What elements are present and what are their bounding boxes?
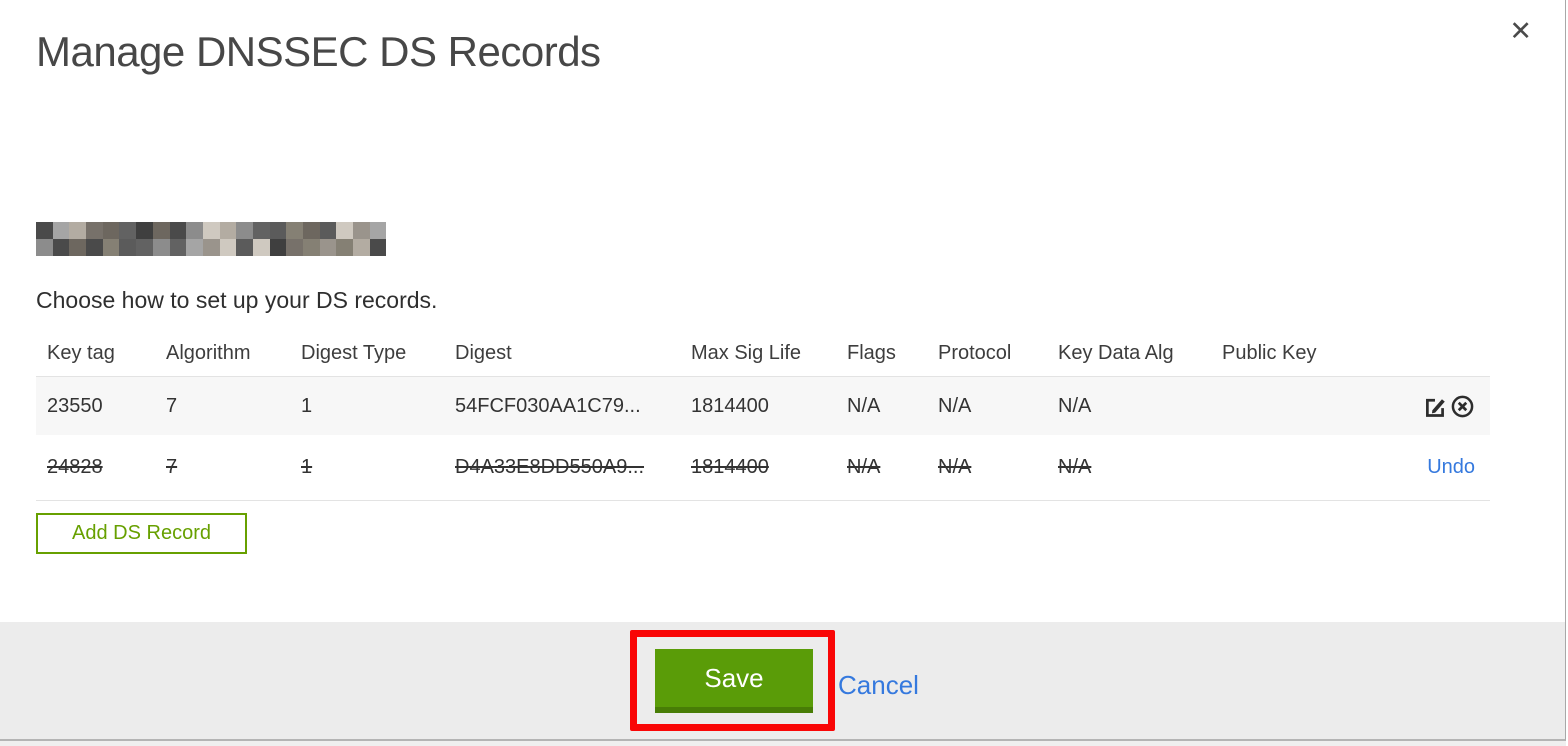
col-header-max-sig-life: Max Sig Life [691, 341, 802, 364]
undo-link[interactable]: Undo [1427, 456, 1475, 479]
cell-algorithm: 7 [166, 394, 178, 417]
redacted-domain-name [36, 222, 387, 256]
col-header-flags: Flags [847, 341, 896, 364]
col-header-public-key: Public Key [1222, 341, 1317, 364]
ds-records-table: Key tag Algorithm Digest Type Digest Max… [36, 330, 1490, 501]
delete-record-icon[interactable] [1450, 394, 1475, 419]
dialog-footer: Save Cancel [0, 622, 1565, 739]
cell-key-tag: 23550 [47, 394, 103, 417]
close-icon[interactable]: ✕ [1509, 18, 1532, 45]
manage-dnssec-dialog: Manage DNSSEC DS Records ✕ Choose how to… [0, 0, 1566, 741]
instruction-text: Choose how to set up your DS records. [36, 287, 438, 313]
cell-digest: 54FCF030AA1C79... [455, 394, 641, 417]
cell-protocol: N/A [938, 394, 972, 417]
table-header-row: Key tag Algorithm Digest Type Digest Max… [36, 330, 1490, 377]
save-button[interactable]: Save [655, 649, 813, 713]
cell-key-tag: 24828 [47, 456, 103, 478]
cell-max-sig-life: 1814400 [691, 394, 769, 417]
cell-algorithm: 7 [166, 456, 178, 478]
add-ds-record-button[interactable]: Add DS Record [36, 513, 247, 554]
col-header-key-data-alg: Key Data Alg [1058, 341, 1174, 364]
cell-flags: N/A [847, 456, 881, 478]
cell-max-sig-life: 1814400 [691, 456, 769, 478]
page-title: Manage DNSSEC DS Records [36, 28, 601, 75]
edit-record-icon[interactable] [1423, 394, 1448, 419]
col-header-algorithm: Algorithm [166, 341, 251, 364]
col-header-digest-type: Digest Type [301, 341, 407, 364]
col-header-digest: Digest [455, 341, 512, 364]
table-row-deleted: 24828 7 1 D4A33E8DD550A9... 1814400 N/A … [36, 435, 1490, 501]
cancel-link[interactable]: Cancel [838, 670, 919, 701]
cell-digest-type: 1 [301, 394, 313, 417]
table-row: 23550 7 1 54FCF030AA1C79... 1814400 N/A … [36, 377, 1490, 435]
page-background-strip [0, 741, 1566, 746]
cell-digest-type: 1 [301, 456, 313, 478]
cell-protocol: N/A [938, 456, 972, 478]
cell-key-data-alg: N/A [1058, 394, 1092, 417]
cell-key-data-alg: N/A [1058, 456, 1092, 478]
col-header-protocol: Protocol [938, 341, 1012, 364]
cell-flags: N/A [847, 394, 881, 417]
col-header-key-tag: Key tag [47, 341, 115, 364]
cell-digest: D4A33E8DD550A9... [455, 456, 645, 478]
